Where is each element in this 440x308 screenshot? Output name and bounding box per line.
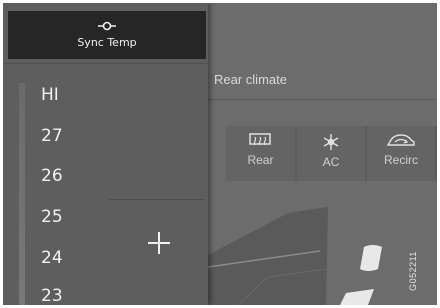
recirculation-label: Recirc [383, 153, 418, 167]
recirculation-icon [386, 134, 415, 146]
temperature-scale-bar[interactable] [19, 83, 25, 305]
temperature-option-hi[interactable]: HI [41, 85, 59, 105]
climate-screen: Rear climate Rear AC Recirc G052211 Sync… [3, 3, 437, 305]
recirculation-button[interactable]: Recirc [366, 126, 435, 181]
temperature-option-24[interactable]: 24 [41, 248, 63, 268]
sync-temp-button[interactable]: Sync Temp [8, 11, 206, 59]
temperature-option-27[interactable]: 27 [41, 126, 63, 146]
divider [3, 63, 208, 64]
rear-climate-label[interactable]: Rear climate [214, 72, 287, 87]
increase-temperature-button[interactable] [139, 223, 179, 263]
divider [208, 99, 437, 100]
temperature-option-25[interactable]: 25 [41, 207, 63, 227]
temperature-panel: Sync Temp HI 27 26 25 24 23 [3, 3, 208, 305]
divider [109, 199, 204, 200]
ac-button[interactable]: AC [296, 126, 365, 181]
rear-defrost-label: Rear [247, 153, 274, 167]
plus-icon [148, 232, 170, 254]
ac-label: AC [322, 155, 340, 169]
rear-defrost-icon [249, 133, 272, 146]
ac-snowflake-icon [323, 134, 339, 150]
climate-button-row: Rear AC Recirc [226, 126, 437, 181]
diagram-code: G052211 [403, 251, 423, 291]
diagram-code-text: G052211 [408, 251, 418, 291]
sync-temp-label: Sync Temp [77, 36, 137, 49]
sync-temp-icon [98, 21, 116, 31]
temperature-option-26[interactable]: 26 [41, 166, 63, 186]
rear-defrost-button[interactable]: Rear [226, 126, 295, 181]
temperature-option-23[interactable]: 23 [41, 286, 63, 305]
